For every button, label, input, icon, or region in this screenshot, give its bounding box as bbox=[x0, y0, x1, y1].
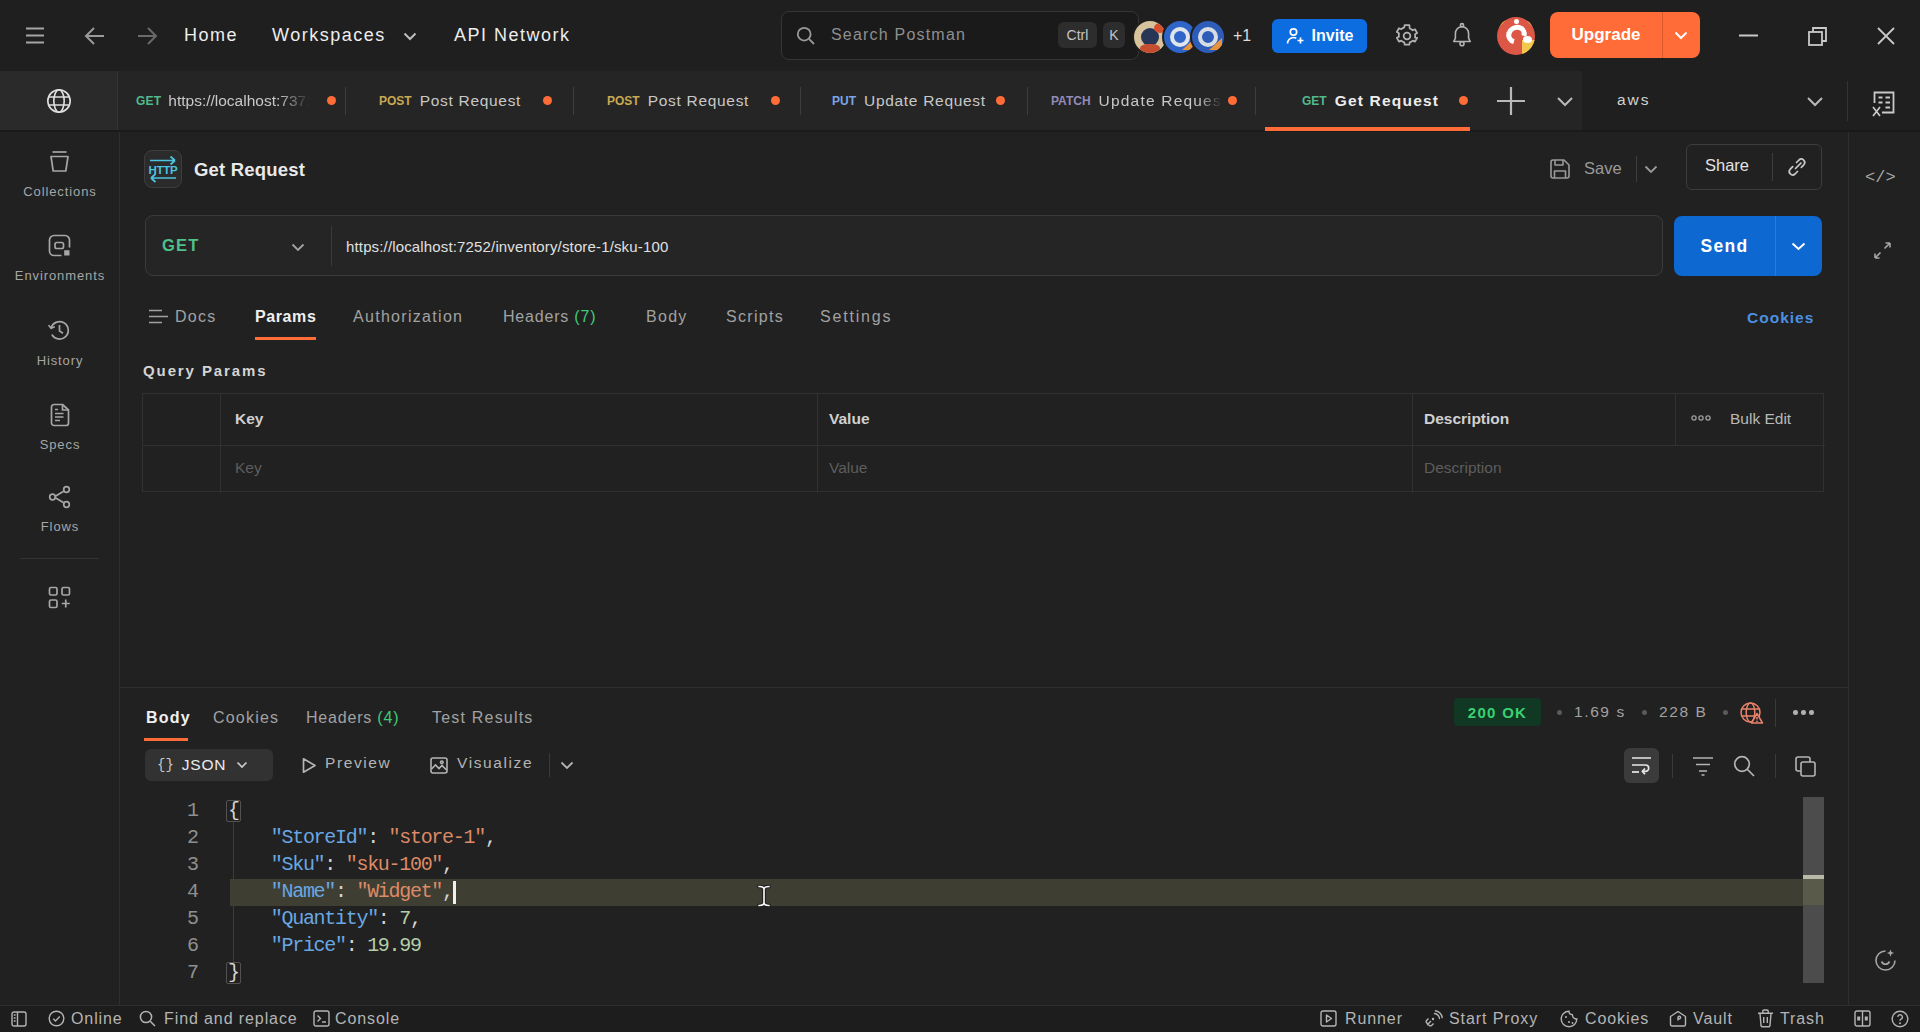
svg-text:HTTP: HTTP bbox=[149, 164, 178, 176]
